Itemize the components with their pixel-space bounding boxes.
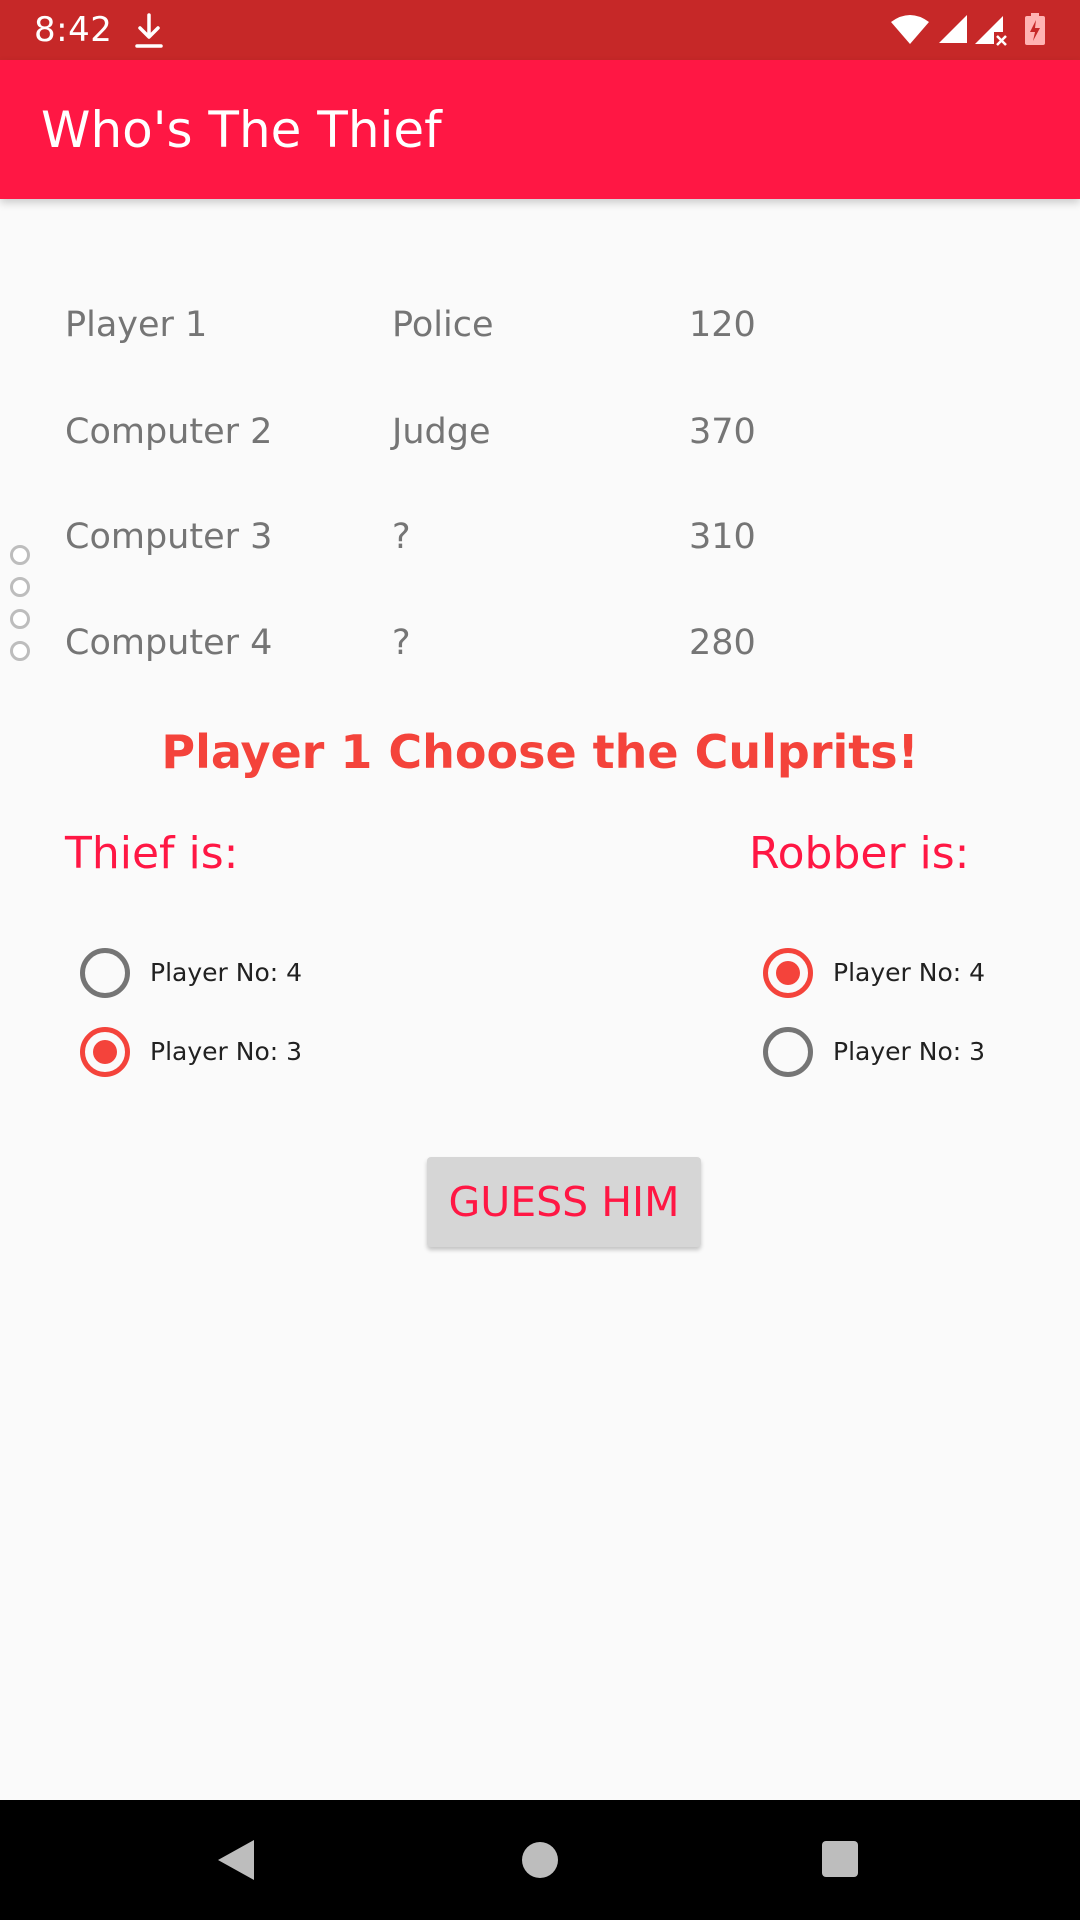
- radio-label: Player No: 4: [150, 958, 303, 987]
- player-score: 120: [689, 305, 756, 345]
- player-role: Judge: [392, 412, 491, 452]
- app-title: Who's The Thief: [41, 101, 442, 159]
- player-name: Computer 2: [65, 412, 273, 452]
- status-time: 8:42: [34, 10, 113, 50]
- player-score: 310: [689, 517, 756, 557]
- side-dot[interactable]: [10, 641, 30, 661]
- signal-x-icon: [975, 16, 1007, 46]
- radio-label: Player No: 3: [833, 1037, 986, 1066]
- player-role: Police: [392, 305, 494, 345]
- guess-him-button[interactable]: GUESS HIM: [427, 1157, 701, 1247]
- player-name: Player 1: [65, 305, 208, 345]
- download-icon: [135, 13, 163, 48]
- player-role: ?: [392, 517, 411, 557]
- radio-button[interactable]: [80, 1027, 130, 1077]
- app-bar: Who's The Thief: [0, 60, 1080, 199]
- side-dot[interactable]: [10, 577, 30, 597]
- radio-label: Player No: 3: [150, 1037, 303, 1066]
- player-name: Computer 3: [65, 517, 273, 557]
- robber-label: Robber is:: [749, 828, 970, 879]
- signal-icon: [939, 15, 967, 43]
- player-score: 280: [689, 623, 756, 663]
- nav-bar: [0, 1800, 1080, 1920]
- home-icon[interactable]: [521, 1841, 559, 1879]
- screen: 8:42 Who's The Thief Player 1 Police 120…: [0, 0, 1080, 1920]
- robber-option-player-3[interactable]: Player No: 3: [763, 1022, 985, 1082]
- radio-button[interactable]: [763, 948, 813, 998]
- robber-option-player-4[interactable]: Player No: 4: [763, 943, 985, 1003]
- thief-option-player-4[interactable]: Player No: 4: [80, 943, 302, 1003]
- radio-button[interactable]: [80, 948, 130, 998]
- player-score: 370: [689, 412, 756, 452]
- status-bar: 8:42: [0, 0, 1080, 60]
- player-role: ?: [392, 623, 411, 663]
- wifi-icon: [891, 15, 929, 44]
- side-dot[interactable]: [10, 545, 30, 565]
- side-dot[interactable]: [10, 609, 30, 629]
- thief-option-player-3[interactable]: Player No: 3: [80, 1022, 302, 1082]
- back-icon[interactable]: [216, 1838, 256, 1882]
- thief-label: Thief is:: [65, 828, 239, 879]
- battery-charging-icon: [1025, 13, 1045, 45]
- recents-icon[interactable]: [821, 1840, 859, 1878]
- player-name: Computer 4: [65, 623, 273, 663]
- radio-button[interactable]: [763, 1027, 813, 1077]
- radio-label: Player No: 4: [833, 958, 986, 987]
- choose-prompt: Player 1 Choose the Culprits!: [161, 725, 919, 779]
